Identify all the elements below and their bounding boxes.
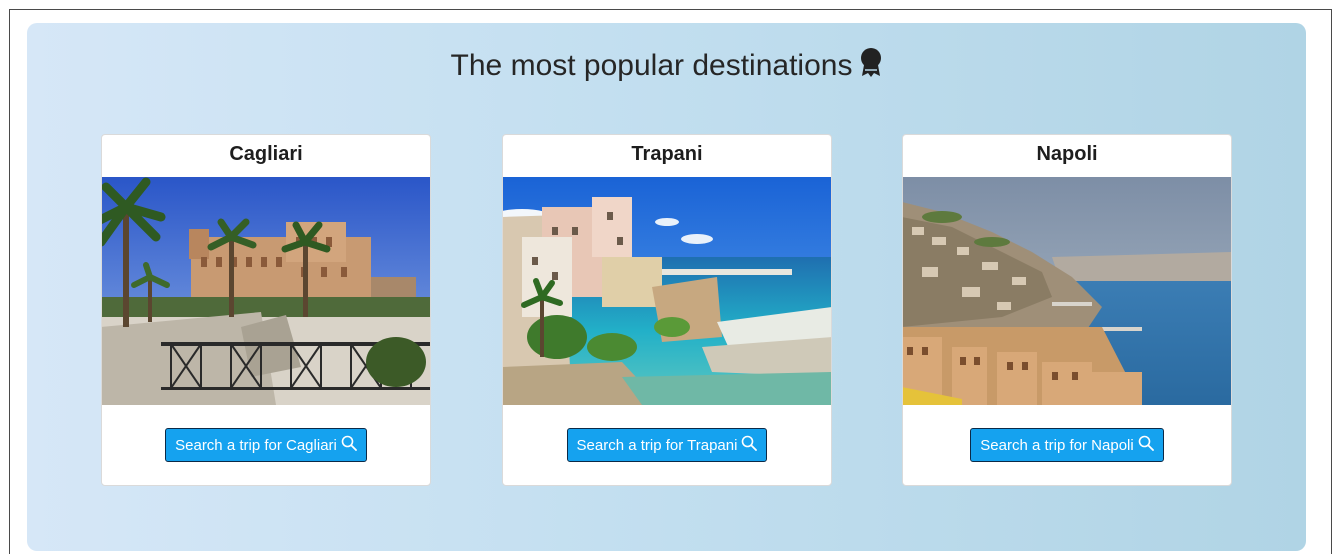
search-trip-button-trapani[interactable]: Search a trip for Trapani	[566, 428, 768, 462]
destination-name: Napoli	[1036, 143, 1098, 165]
section-title-text: The most popular destinations	[450, 49, 853, 82]
search-icon	[341, 435, 357, 455]
destination-name: Trapani	[631, 143, 703, 165]
destination-card-cagliari: Cagliari Search a trip for Cagliari	[101, 134, 431, 486]
card-actions: Search a trip for Cagliari	[102, 405, 430, 485]
search-trip-button-cagliari[interactable]: Search a trip for Cagliari	[165, 428, 367, 462]
button-label: Search a trip for Napoli	[980, 436, 1134, 454]
destination-card-napoli: Napoli Search a trip for Napoli	[902, 134, 1232, 486]
popular-destinations-section: The most popular destinations Cagliari S…	[27, 23, 1306, 551]
destination-card-trapani: Trapani Search a trip for Trapani	[502, 134, 832, 486]
card-actions: Search a trip for Napoli	[903, 405, 1231, 485]
destination-photo-cagliari	[102, 177, 430, 405]
search-icon	[1138, 435, 1154, 455]
card-actions: Search a trip for Trapani	[503, 405, 831, 485]
search-icon	[741, 435, 758, 455]
destination-photo-napoli	[903, 177, 1231, 405]
section-title: The most popular destinations	[27, 48, 1306, 87]
award-icon	[860, 48, 882, 87]
button-label: Search a trip for Cagliari	[175, 436, 337, 454]
destination-photo-trapani	[503, 177, 831, 405]
destination-name: Cagliari	[229, 143, 303, 165]
button-label: Search a trip for Trapani	[576, 436, 738, 454]
page-frame: The most popular destinations Cagliari S…	[9, 9, 1332, 554]
search-trip-button-napoli[interactable]: Search a trip for Napoli	[970, 428, 1164, 462]
